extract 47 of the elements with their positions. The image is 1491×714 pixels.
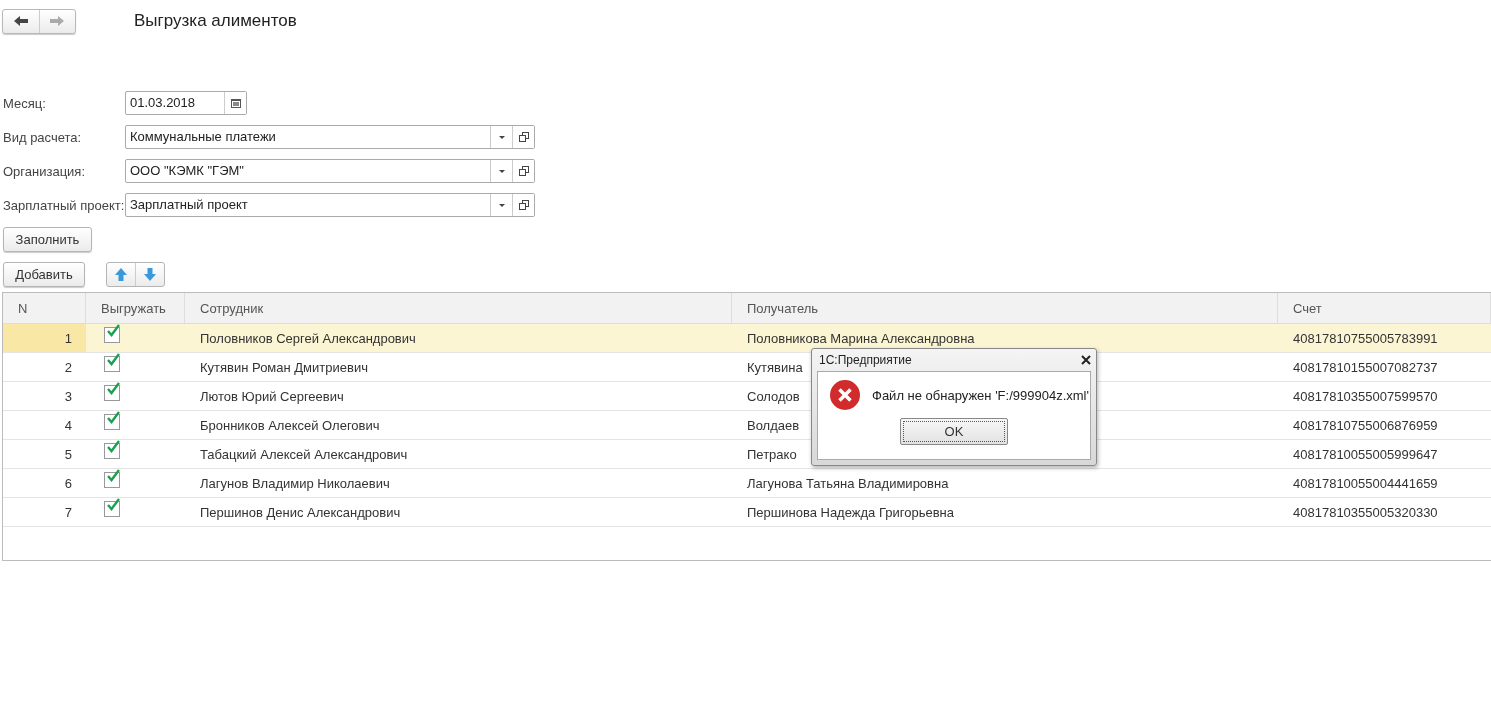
checkbox[interactable]	[104, 472, 120, 488]
checkbox[interactable]	[104, 327, 120, 343]
forward-arrow-icon	[50, 16, 65, 26]
column-header[interactable]: Выгружать	[86, 293, 185, 324]
table-cell: Половников Сергей Александрович	[185, 324, 732, 353]
down-arrow-icon	[144, 268, 156, 281]
open-window-icon	[518, 200, 529, 210]
field-label: Зарплатный проект:	[2, 197, 125, 213]
select-field[interactable]: Зарплатный проект	[125, 193, 535, 217]
column-header[interactable]: Получатель	[732, 293, 1278, 324]
checkbox[interactable]	[104, 356, 120, 372]
add-button[interactable]: Добавить	[3, 262, 85, 287]
back-arrow-icon	[13, 16, 28, 26]
open-button[interactable]	[512, 126, 534, 148]
checkbox[interactable]	[104, 385, 120, 401]
row-number[interactable]: 1	[3, 324, 86, 353]
checkbox[interactable]	[104, 443, 120, 459]
column-header[interactable]: N	[3, 293, 86, 324]
page-title: Выгрузка алиментов	[134, 11, 297, 31]
checkbox[interactable]	[104, 414, 120, 430]
checkbox[interactable]	[104, 501, 120, 517]
up-arrow-icon	[115, 268, 127, 281]
date-field[interactable]: 01.03.2018	[125, 91, 247, 115]
open-window-icon	[518, 132, 529, 142]
select-field[interactable]: Коммунальные платежи	[125, 125, 535, 149]
table-cell: 40817810755005783991	[1278, 324, 1491, 353]
dialog-title: 1С:Предприятие	[818, 353, 912, 367]
field-label: Месяц:	[2, 95, 47, 111]
open-button[interactable]	[512, 194, 534, 216]
field-label: Организация:	[2, 163, 87, 179]
open-window-icon	[518, 166, 529, 176]
close-icon	[1081, 355, 1091, 365]
calendar-icon	[230, 98, 241, 108]
error-message: Файл не обнаружен 'F:/999904z.xml'	[872, 387, 1089, 403]
ok-button[interactable]: OK	[900, 418, 1008, 445]
error-icon	[830, 380, 860, 410]
open-button[interactable]	[512, 160, 534, 182]
caret-icon	[498, 135, 505, 139]
field-label: Вид расчета:	[2, 129, 83, 145]
caret-icon	[498, 169, 505, 173]
select-field[interactable]: ООО "КЭМК "ГЭМ"	[125, 159, 535, 183]
fill-button[interactable]: Заполнить	[3, 227, 92, 252]
column-header[interactable]: Сотрудник	[185, 293, 732, 324]
calendar-button[interactable]	[224, 92, 246, 114]
close-button[interactable]	[1081, 355, 1091, 365]
caret-icon	[498, 203, 505, 207]
column-header[interactable]: Счет	[1278, 293, 1491, 324]
